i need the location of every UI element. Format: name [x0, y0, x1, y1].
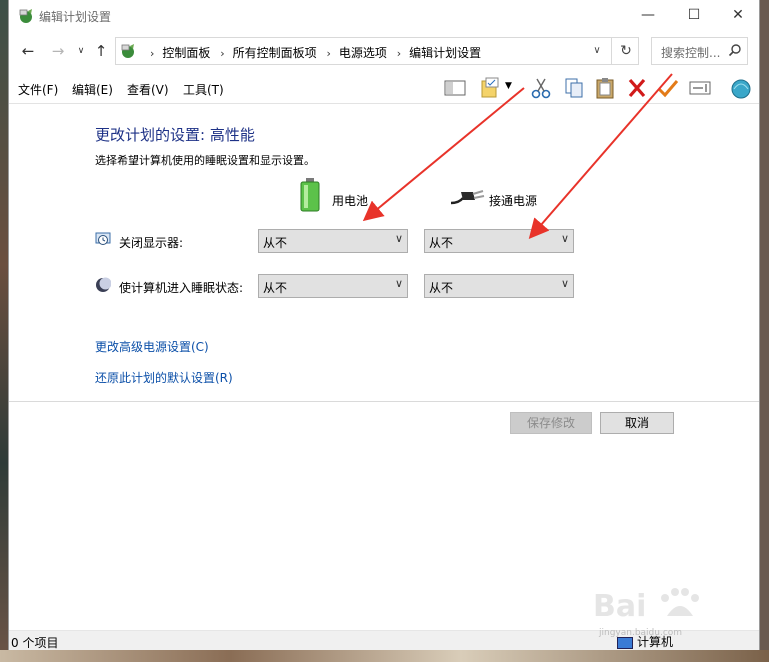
breadcrumb-separator-icon: › [326, 47, 331, 60]
shell-icon[interactable] [729, 77, 753, 99]
forward-arrow-icon[interactable]: → [49, 42, 67, 60]
display-plugged-select[interactable]: 从不 ∨ [424, 229, 574, 253]
display-battery-select[interactable]: 从不 ∨ [258, 229, 408, 253]
minimize-button[interactable]: — [625, 0, 671, 30]
turn-off-display-label: 关闭显示器: [119, 236, 184, 250]
sleep-plugged-select[interactable]: 从不 ∨ [424, 274, 574, 298]
recent-locations-chevron-icon[interactable]: ∨ [72, 42, 90, 60]
desktop-bottom [0, 650, 769, 662]
checkmark-icon[interactable] [656, 77, 680, 99]
chevron-down-icon: ∨ [394, 232, 403, 245]
display-plugged-value: 从不 [429, 236, 454, 250]
chevron-down-icon: ∨ [394, 277, 403, 290]
up-arrow-icon[interactable]: ↑ [92, 42, 110, 60]
breadcrumb-separator-icon: › [150, 47, 155, 60]
menu-file[interactable]: 文件(F) [18, 81, 58, 98]
navigation-bar: ← → ∨ ↑ › 控制面板 › 所有控制面板项 › 电源选项 › 编辑计划设置 ∨ ↻… [9, 32, 759, 70]
search-input[interactable]: 搜索控制... [651, 37, 748, 65]
maximize-button[interactable]: ☐ [671, 0, 717, 30]
cancel-button[interactable]: 取消 [600, 412, 674, 434]
menu-tools[interactable]: 工具(T) [183, 81, 224, 98]
breadcrumb-separator-icon: › [396, 47, 402, 60]
watermark-url: jingyan.baidu.com [599, 628, 683, 638]
address-bar[interactable]: › 控制面板 › 所有控制面板项 › 电源选项 › 编辑计划设置 ∨ ↻ [115, 37, 639, 65]
display-battery-value: 从不 [263, 236, 288, 250]
display-clock-icon [95, 232, 111, 245]
power-options-icon [19, 9, 32, 23]
divider [9, 401, 759, 402]
battery-column-label: 用电池 [332, 194, 369, 208]
item-count: 0 个项目 [11, 636, 59, 650]
breadcrumb-edit-plan[interactable]: 编辑计划设置 [409, 46, 481, 60]
chevron-down-icon: ∨ [560, 277, 569, 290]
breadcrumb-separator-icon: › [220, 47, 225, 60]
control-panel-icon [121, 44, 134, 58]
power-plug-icon [451, 190, 485, 205]
breadcrumb-all-items[interactable]: 所有控制面板项 [233, 46, 317, 60]
rename-icon[interactable] [688, 77, 712, 99]
back-arrow-icon[interactable]: ← [19, 42, 37, 60]
page-title: 更改计划的设置: 高性能 [95, 126, 255, 144]
desktop-edge [0, 0, 8, 662]
advanced-power-settings-link[interactable]: 更改高级电源设置(C) [95, 338, 209, 355]
battery-icon [300, 178, 320, 212]
properties-folder-icon[interactable] [479, 77, 503, 99]
menu-edit[interactable]: 编辑(E) [72, 81, 113, 98]
restore-defaults-link[interactable]: 还原此计划的默认设置(R) [95, 369, 233, 386]
svg-text:Bai: Bai [593, 589, 646, 624]
menu-bar: 文件(F) 编辑(E) 查看(V) 工具(T) ▼ [9, 72, 759, 104]
sleep-battery-select[interactable]: 从不 ∨ [258, 274, 408, 298]
close-button[interactable]: ✕ [715, 0, 761, 30]
address-dropdown-icon[interactable]: ∨ [586, 38, 608, 64]
chevron-down-icon: ∨ [560, 232, 569, 245]
plugged-in-column-header: 接通电源 [451, 186, 591, 216]
breadcrumb-power-options[interactable]: 电源选项 [339, 46, 387, 60]
paste-clipboard-icon[interactable] [593, 77, 617, 99]
sleep-label: 使计算机进入睡眠状态: [119, 281, 244, 295]
plugged-in-column-label: 接通电源 [489, 194, 538, 208]
cut-scissors-icon[interactable] [529, 77, 553, 99]
search-icon [728, 44, 741, 57]
edit-plan-window: 编辑计划设置 — ☐ ✕ ← → ∨ ↑ › 控制面板 › 所有控制面板项 › 电源选… [8, 0, 760, 650]
window-title: 编辑计划设置 [39, 10, 112, 24]
computer-icon [617, 636, 633, 649]
sleep-moon-icon [96, 277, 111, 292]
battery-column-header: 用电池 [299, 178, 409, 216]
menu-view[interactable]: 查看(V) [127, 81, 169, 98]
copy-icon[interactable] [562, 77, 586, 99]
dropdown-caret-icon[interactable]: ▼ [505, 81, 517, 103]
save-changes-button[interactable]: 保存修改 [510, 412, 592, 434]
search-placeholder: 搜索控制... [661, 46, 721, 60]
sleep-battery-value: 从不 [263, 281, 288, 295]
page-description: 选择希望计算机使用的睡眠设置和显示设置。 [95, 154, 315, 167]
preview-pane-icon[interactable] [443, 77, 467, 99]
baidu-watermark-logo: Bai [593, 588, 699, 624]
breadcrumb: › 控制面板 › 所有控制面板项 › 电源选项 › 编辑计划设置 [144, 44, 481, 61]
sleep-plugged-value: 从不 [429, 281, 454, 295]
refresh-icon[interactable]: ↻ [611, 38, 640, 64]
delete-x-icon[interactable] [625, 77, 649, 99]
title-bar[interactable]: 编辑计划设置 — ☐ ✕ [9, 0, 759, 32]
breadcrumb-control-panel[interactable]: 控制面板 [162, 46, 210, 60]
